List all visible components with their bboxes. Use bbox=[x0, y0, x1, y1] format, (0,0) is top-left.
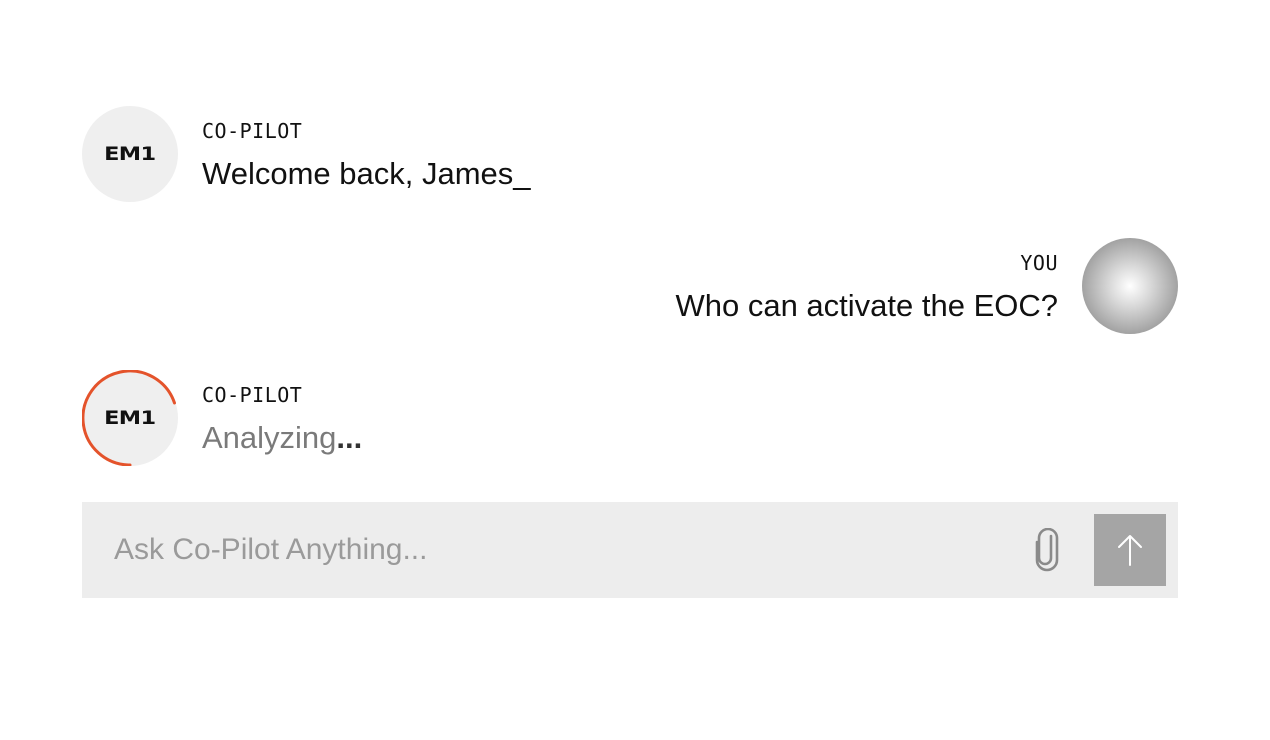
sender-label: CO-PILOT bbox=[202, 119, 303, 143]
send-button[interactable] bbox=[1094, 514, 1166, 586]
chat-input[interactable]: Ask Co-Pilot Anything... bbox=[114, 502, 427, 598]
message-text: Analyzing... bbox=[202, 418, 362, 458]
message-body: CO-PILOT Analyzing... bbox=[202, 370, 362, 458]
em1-logo: EM1 bbox=[104, 143, 156, 165]
user-message: YOU Who can activate the EOC? bbox=[82, 238, 1178, 334]
message-text: Welcome back, James_ bbox=[202, 156, 531, 191]
message-body: YOU Who can activate the EOC? bbox=[675, 238, 1058, 326]
copilot-avatar-loading: EM1 bbox=[82, 370, 178, 466]
chat-thread: EM1 CO-PILOT Welcome back, James_ YOU Wh… bbox=[82, 106, 1178, 466]
message-text: Who can activate the EOC? bbox=[675, 288, 1058, 323]
user-avatar bbox=[1082, 238, 1178, 334]
sender-label: YOU bbox=[1020, 251, 1058, 275]
typing-dots: ... bbox=[336, 420, 363, 455]
message-composer: Ask Co-Pilot Anything... bbox=[82, 502, 1178, 598]
assistant-message: EM1 CO-PILOT Welcome back, James_ bbox=[82, 106, 1178, 202]
paperclip-icon[interactable] bbox=[1026, 528, 1066, 572]
copilot-avatar: EM1 bbox=[82, 106, 178, 202]
message-body: CO-PILOT Welcome back, James_ bbox=[202, 106, 531, 194]
status-text: Analyzing bbox=[202, 420, 337, 455]
assistant-message-pending: EM1 CO-PILOT Analyzing... bbox=[82, 370, 1178, 466]
arrow-up-icon bbox=[1118, 535, 1142, 566]
sender-label: CO-PILOT bbox=[202, 383, 303, 407]
em1-logo: EM1 bbox=[104, 407, 156, 429]
